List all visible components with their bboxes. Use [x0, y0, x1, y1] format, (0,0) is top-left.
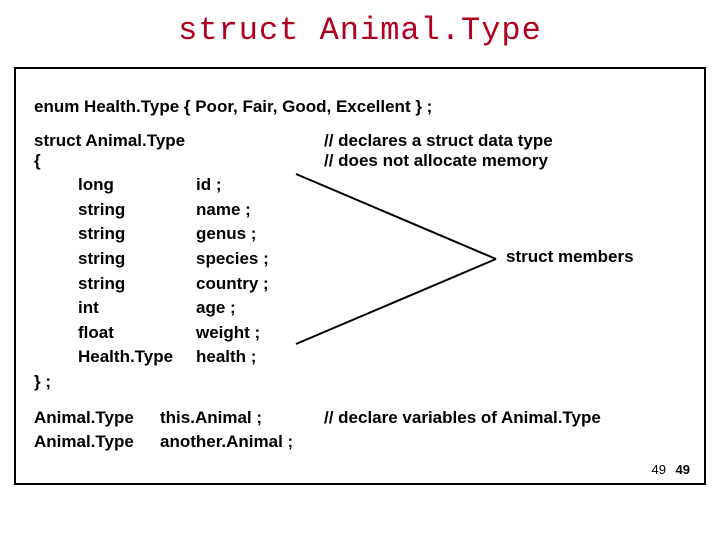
var-name: another.Animal ;	[160, 430, 324, 454]
member-name: genus ;	[196, 222, 256, 247]
member-type: string	[78, 272, 196, 297]
member-name: weight ;	[196, 321, 260, 346]
member-type: int	[78, 296, 196, 321]
var-row: Animal.Type another.Animal ;	[34, 430, 686, 454]
struct-open-brace: {	[34, 151, 41, 170]
page-number-inner: 49	[652, 462, 666, 477]
struct-members-label: struct members	[506, 247, 634, 267]
var-type: Animal.Type	[34, 430, 160, 454]
struct-decl-text: struct Animal.Type	[34, 131, 185, 150]
member-name: country ;	[196, 272, 269, 297]
member-name: age ;	[196, 296, 236, 321]
member-name: species ;	[196, 247, 269, 272]
var-row: Animal.Type this.Animal ; // declare var…	[34, 406, 686, 430]
code-frame: enum Health.Type { Poor, Fair, Good, Exc…	[14, 67, 706, 485]
slide-title: struct Animal.Type	[0, 0, 720, 67]
var-name: this.Animal ;	[160, 406, 324, 430]
comment-line-1: // declares a struct data type	[324, 131, 553, 151]
variable-declarations: Animal.Type this.Animal ; // declare var…	[34, 406, 686, 454]
member-name: id ;	[196, 173, 222, 198]
struct-header: struct Animal.Type // declares a struct …	[34, 131, 686, 151]
member-name: health ;	[196, 345, 256, 370]
member-type: float	[78, 321, 196, 346]
member-type: string	[78, 198, 196, 223]
member-type: Health.Type	[78, 345, 196, 370]
member-type: string	[78, 222, 196, 247]
member-type: long	[78, 173, 196, 198]
member-type: string	[78, 247, 196, 272]
member-name: name ;	[196, 198, 251, 223]
var-comment: // declare variables of Animal.Type	[324, 406, 601, 430]
struct-close-brace: } ;	[34, 372, 686, 392]
var-type: Animal.Type	[34, 406, 160, 430]
page-number-outer: 49	[676, 462, 690, 477]
angle-bracket-icon	[286, 164, 506, 364]
enum-declaration: enum Health.Type { Poor, Fair, Good, Exc…	[34, 97, 686, 117]
